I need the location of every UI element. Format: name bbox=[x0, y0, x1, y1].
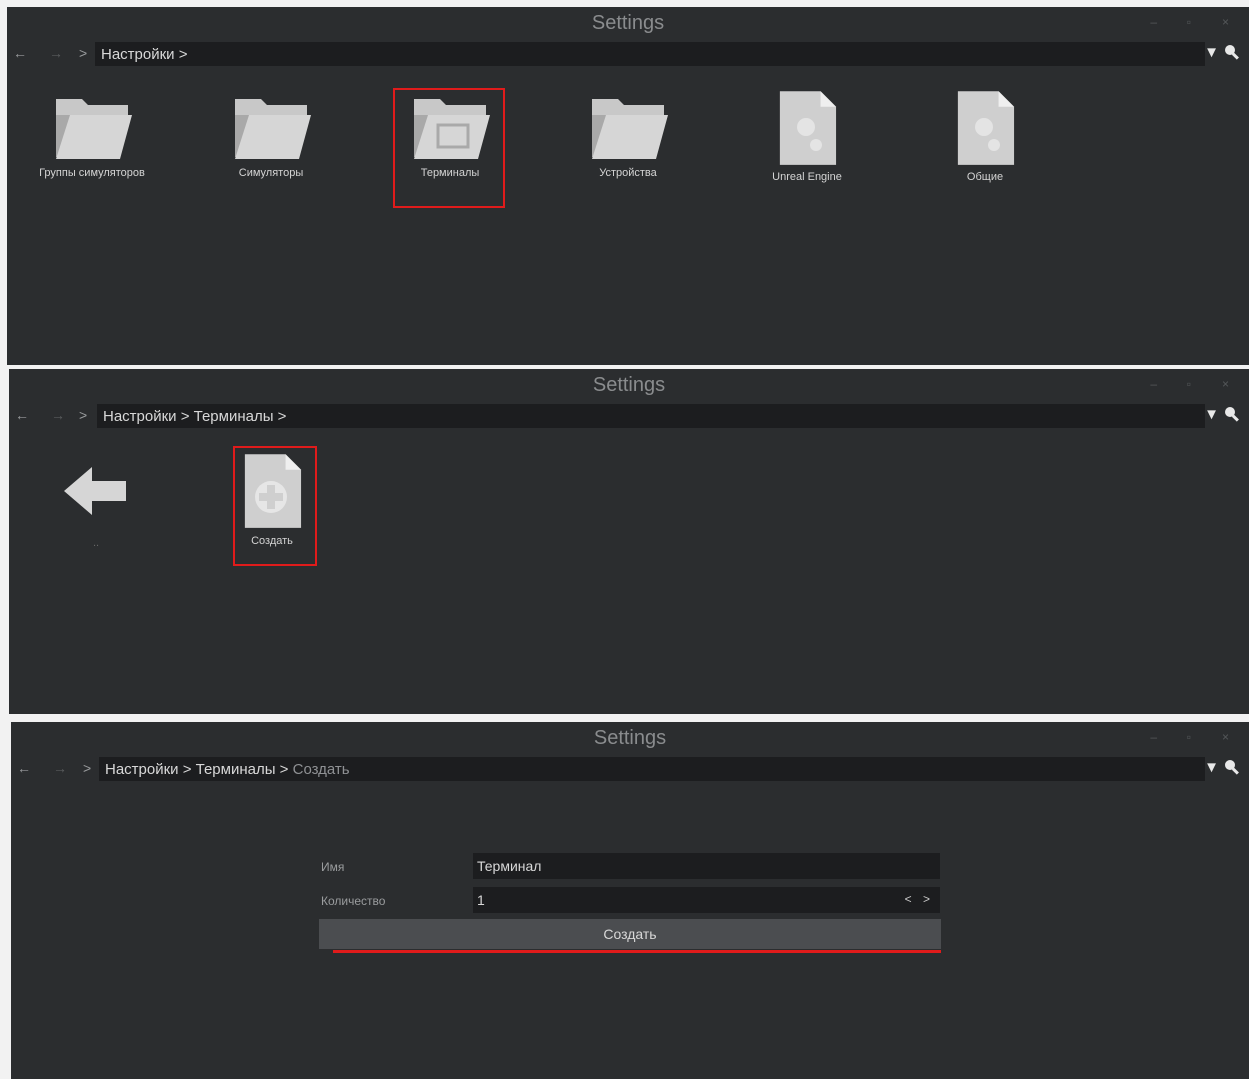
navigation-bar: ← → > Настройки > ▼ bbox=[7, 39, 1249, 69]
forward-button[interactable]: → bbox=[53, 760, 67, 776]
breadcrumb: Настройки > Терминалы > Создать bbox=[105, 761, 350, 778]
title-bar: Settings – ▫ × bbox=[7, 7, 1249, 39]
up-button[interactable]: > bbox=[79, 407, 87, 423]
highlight-frame bbox=[233, 446, 317, 566]
settings-document-icon bbox=[954, 89, 1016, 167]
arrow-left-icon bbox=[64, 467, 126, 515]
settings-window-panel-3: Settings – ▫ × ← → > Настройки > Термина… bbox=[11, 722, 1249, 1079]
filter-icon[interactable]: ▼ bbox=[1204, 759, 1219, 776]
tile-label: Устройства bbox=[599, 167, 657, 179]
highlight-frame bbox=[393, 88, 505, 208]
window-title: Settings bbox=[593, 727, 667, 749]
name-field[interactable]: Терминал bbox=[473, 853, 940, 879]
back-button[interactable]: ← bbox=[13, 45, 27, 61]
tile-devices[interactable]: Устройства bbox=[573, 93, 683, 179]
maximize-button[interactable]: ▫ bbox=[1187, 730, 1191, 744]
breadcrumb-path: Настройки > Терминалы > bbox=[105, 761, 293, 778]
folder-icon bbox=[588, 93, 668, 163]
search-icon[interactable] bbox=[1223, 758, 1241, 776]
search-icon[interactable] bbox=[1223, 405, 1241, 423]
address-bar[interactable]: Настройки > Терминалы > bbox=[97, 404, 1205, 428]
count-stepper[interactable]: 1 < > bbox=[473, 887, 940, 913]
tile-general[interactable]: Общие bbox=[930, 89, 1040, 183]
name-label: Имя bbox=[321, 860, 345, 874]
filter-icon[interactable]: ▼ bbox=[1204, 44, 1219, 61]
name-value: Терминал bbox=[477, 858, 542, 874]
tile-go-back[interactable]: .. bbox=[41, 461, 151, 549]
tile-label: Группы симуляторов bbox=[39, 167, 145, 179]
address-bar[interactable]: Настройки > Терминалы > Создать bbox=[99, 757, 1205, 781]
breadcrumb-current: Создать bbox=[292, 761, 350, 778]
back-button[interactable]: ← bbox=[15, 407, 29, 423]
count-label: Количество bbox=[321, 894, 386, 908]
close-button[interactable]: × bbox=[1222, 730, 1229, 744]
navigation-bar: ← → > Настройки > Терминалы > ▼ bbox=[9, 401, 1249, 431]
create-button-label: Создать bbox=[603, 926, 657, 942]
close-button[interactable]: × bbox=[1222, 377, 1229, 391]
folder-icon bbox=[52, 93, 132, 163]
up-button[interactable]: > bbox=[83, 760, 91, 776]
maximize-button[interactable]: ▫ bbox=[1187, 15, 1191, 29]
tile-label: Симуляторы bbox=[238, 167, 304, 179]
settings-window-panel-1: Settings – ▫ × ← → > Настройки > ▼ Групп… bbox=[7, 7, 1249, 365]
minimize-button[interactable]: – bbox=[1150, 377, 1157, 391]
tile-simulators[interactable]: Симуляторы bbox=[216, 93, 326, 179]
window-title: Settings bbox=[592, 374, 666, 396]
tile-simulator-groups[interactable]: Группы симуляторов bbox=[37, 93, 147, 179]
create-button[interactable]: Создать bbox=[319, 919, 941, 949]
tile-unreal-engine[interactable]: Unreal Engine bbox=[752, 89, 862, 183]
minimize-button[interactable]: – bbox=[1150, 730, 1157, 744]
title-bar: Settings – ▫ × bbox=[11, 722, 1249, 754]
breadcrumb: Настройки > Терминалы > bbox=[103, 408, 287, 425]
up-button[interactable]: > bbox=[79, 45, 87, 61]
address-bar[interactable]: Настройки > bbox=[95, 42, 1205, 66]
maximize-button[interactable]: ▫ bbox=[1187, 377, 1191, 391]
tile-label: Unreal Engine bbox=[772, 171, 842, 183]
window-title: Settings bbox=[591, 12, 665, 34]
title-bar: Settings – ▫ × bbox=[9, 369, 1249, 401]
folder-icon bbox=[231, 93, 311, 163]
tile-label: .. bbox=[92, 537, 100, 549]
navigation-bar: ← → > Настройки > Терминалы > Создать ▼ bbox=[11, 754, 1249, 784]
tile-label: Общие bbox=[966, 171, 1004, 183]
settings-document-icon bbox=[776, 89, 838, 167]
filter-icon[interactable]: ▼ bbox=[1204, 406, 1219, 423]
stepper-arrows[interactable]: < > bbox=[905, 892, 934, 906]
search-icon[interactable] bbox=[1223, 43, 1241, 61]
highlight-underline bbox=[333, 950, 941, 953]
forward-button[interactable]: → bbox=[49, 45, 63, 61]
close-button[interactable]: × bbox=[1222, 15, 1229, 29]
breadcrumb: Настройки > bbox=[101, 46, 188, 63]
forward-button[interactable]: → bbox=[51, 407, 65, 423]
back-button[interactable]: ← bbox=[17, 760, 31, 776]
minimize-button[interactable]: – bbox=[1150, 15, 1157, 29]
count-value: 1 bbox=[477, 892, 485, 908]
settings-window-panel-2: Settings – ▫ × ← → > Настройки > Термина… bbox=[9, 369, 1249, 714]
